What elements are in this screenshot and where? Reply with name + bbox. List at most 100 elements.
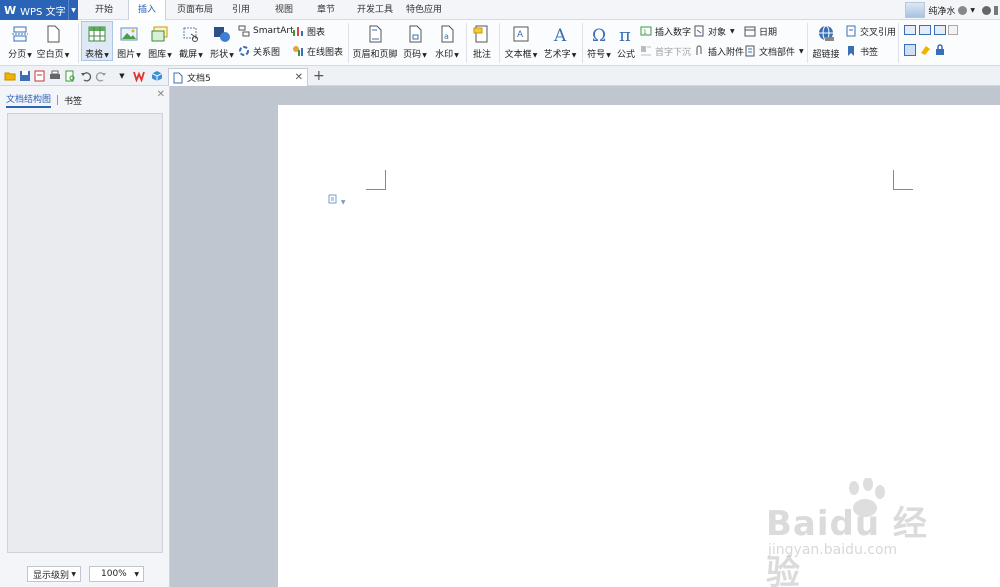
tab-developer[interactable]: 开发工具 [350, 0, 400, 20]
layout-icon-1[interactable] [904, 25, 916, 35]
open-folder-icon[interactable] [4, 70, 16, 82]
blank-page-label: 空白页 [36, 50, 64, 60]
tab-insert[interactable]: 插入 [128, 0, 166, 21]
zoom-select[interactable]: 100% ▼ [89, 566, 144, 582]
document-tab[interactable]: 文档5 ✕ [168, 68, 308, 86]
bookmark-icon [845, 45, 857, 57]
chevron-down-icon: ▼ [134, 570, 139, 578]
user-avatar[interactable] [905, 2, 926, 18]
wps-w-icon[interactable] [133, 70, 145, 82]
options-icon[interactable] [994, 5, 998, 15]
symbol-button[interactable]: Ω 符号▼ [585, 22, 613, 60]
bookmark-button[interactable]: 书签 [845, 43, 878, 59]
document-icon [173, 72, 183, 84]
relation-chart-icon [238, 45, 250, 57]
gallery-button[interactable]: 图库▼ [145, 22, 175, 60]
paragraph-layout-icon[interactable]: ▼ [328, 194, 346, 207]
eraser-icon[interactable] [919, 44, 931, 56]
comment-button[interactable]: 批注 [469, 22, 495, 60]
shapes-icon [212, 25, 232, 43]
undo-icon[interactable] [80, 70, 92, 82]
level-select[interactable]: 显示级别 ▼ [27, 566, 81, 582]
baidu-watermark: Baidu 经验 jingyan.baidu.com [758, 478, 958, 587]
smartart-icon [238, 25, 250, 37]
online-chart-label: 在线图表 [307, 47, 344, 58]
layout-icon-4[interactable] [948, 25, 958, 35]
tab-view[interactable]: 视图 [266, 0, 302, 20]
smartart-button[interactable]: SmartArt [238, 23, 294, 39]
insert-number-button[interactable]: 1 插入数字 [640, 23, 691, 39]
tab-references[interactable]: 引用 [224, 0, 258, 20]
header-footer-button[interactable]: 页眉和页脚 [352, 22, 398, 60]
print-preview-icon[interactable] [64, 70, 76, 82]
layout-icon-3[interactable] [934, 25, 946, 35]
ribbon-separator [582, 23, 583, 63]
drop-cap-button[interactable]: 首字下沉 [640, 43, 691, 59]
app-menu-dropdown-icon[interactable]: ▼ [68, 0, 78, 20]
screenshot-button[interactable]: 截屏▼ [176, 22, 206, 60]
close-icon[interactable]: ✕ [157, 89, 165, 100]
redo-icon[interactable] [95, 70, 107, 82]
chevron-down-icon: ▼ [71, 570, 76, 578]
tab-document-map[interactable]: 文档结构图 [6, 92, 52, 108]
hyperlink-label: 超链接 [812, 50, 840, 60]
chart-button[interactable]: 图表 [292, 23, 325, 39]
hyperlink-button[interactable]: 超链接 [810, 22, 842, 60]
date-button[interactable]: 日期 [744, 23, 777, 39]
form-icon[interactable] [904, 44, 916, 56]
app-menu-button[interactable]: W WPS 文字 ▼ [0, 0, 78, 20]
tab-home[interactable]: 开始 [86, 0, 122, 20]
help-icon[interactable] [982, 5, 991, 15]
svg-text:A: A [553, 26, 567, 43]
table-button[interactable]: 表格▼ [81, 21, 113, 61]
comment-icon [472, 25, 492, 43]
customize-quick-access-icon[interactable]: ▼ [116, 70, 128, 82]
picture-button[interactable]: 图片▼ [114, 22, 144, 60]
save-icon[interactable] [19, 70, 31, 82]
pi-icon: π [616, 25, 636, 43]
close-icon[interactable]: ✕ [295, 72, 303, 83]
tab-page-layout[interactable]: 页面布局 [170, 0, 220, 20]
doc-parts-label: 文档部件 [759, 47, 796, 58]
lock-icon[interactable] [934, 44, 946, 56]
blank-page-button[interactable]: 空白页▼ [36, 22, 70, 60]
formula-button[interactable]: π 公式 [614, 22, 638, 60]
screenshot-label: 截屏 [179, 50, 198, 60]
svg-text:A: A [517, 30, 524, 40]
page-number-button[interactable]: 页码▼ [401, 22, 429, 60]
ribbon-separator [807, 23, 808, 63]
doc-parts-icon [744, 45, 756, 57]
ribbon-separator [499, 23, 500, 63]
user-status-icon[interactable] [958, 5, 968, 15]
tab-features[interactable]: 特色应用 [402, 0, 446, 20]
textbox-button[interactable]: A 文本框▼ [502, 22, 540, 60]
user-name[interactable]: 纯净水 [928, 4, 955, 17]
svg-text:Ω: Ω [592, 26, 606, 43]
user-dropdown-icon[interactable]: ▼ [970, 7, 975, 14]
wordart-button[interactable]: A 艺术字▼ [542, 22, 578, 60]
insert-attachment-button[interactable]: 插入附件 [693, 43, 744, 59]
relation-chart-button[interactable]: 关系图 [238, 43, 280, 59]
doc-parts-button[interactable]: 文档部件 ▼ [744, 43, 804, 59]
header-footer-label: 页眉和页脚 [352, 50, 398, 60]
drop-cap-icon [640, 45, 652, 57]
tab-chapter[interactable]: 章节 [308, 0, 344, 20]
new-tab-button[interactable]: + [313, 68, 325, 84]
tab-bookmarks[interactable]: 书签 [64, 94, 82, 107]
page-break-button[interactable]: 分页▼ [5, 22, 35, 60]
online-chart-button[interactable]: 在线图表 [292, 43, 343, 59]
layout-icon-2[interactable] [919, 25, 931, 35]
online-chart-icon [292, 45, 304, 57]
cross-ref-button[interactable]: 交叉引用 [845, 23, 896, 39]
zoom-select-value: 100% [101, 569, 127, 579]
smartart-label: SmartArt [253, 26, 294, 36]
print-icon[interactable] [49, 70, 61, 82]
ribbon: 分页▼ 空白页▼ 表格▼ 图片▼ 图库▼ 截屏▼ 形状▼ SmartArt 图表… [0, 20, 1000, 66]
cube-icon[interactable] [151, 70, 163, 82]
pane-tab-divider [57, 95, 59, 105]
watermark-button[interactable]: a 水印▼ [432, 22, 462, 60]
object-button[interactable]: 对象 ▼ [693, 23, 735, 39]
watermark-icon: a [437, 25, 457, 43]
shape-button[interactable]: 形状▼ [207, 22, 237, 60]
save-as-icon[interactable] [34, 70, 46, 82]
